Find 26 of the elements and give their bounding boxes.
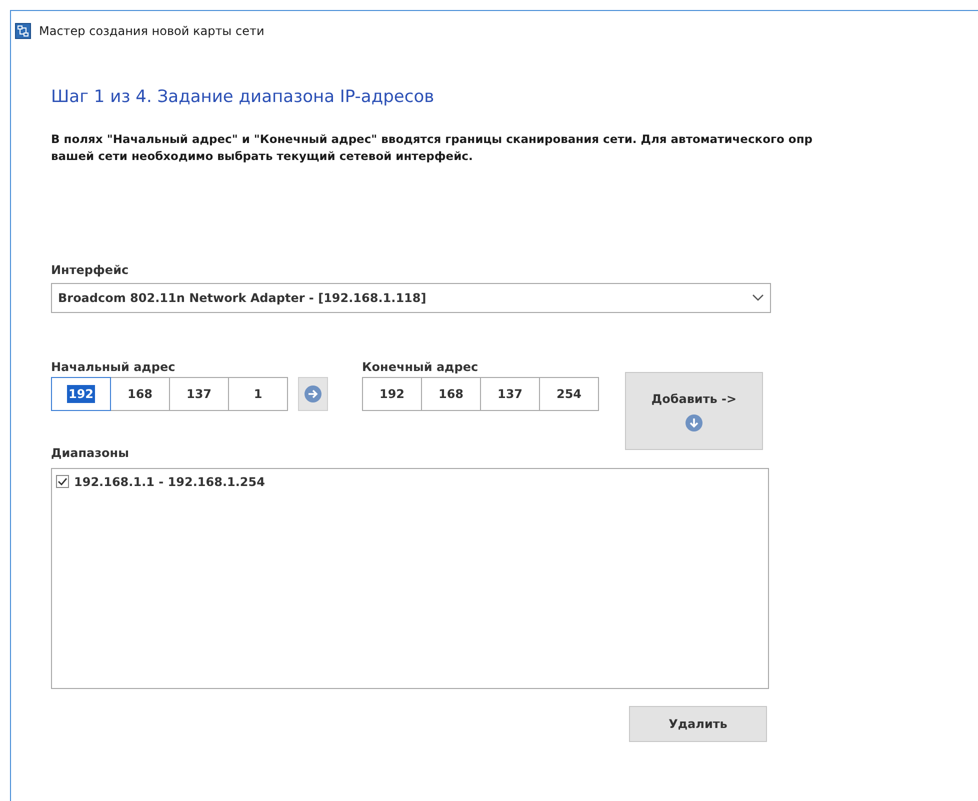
delete-button[interactable]: Удалить [629, 706, 767, 742]
window-title: Мастер создания новой карты сети [39, 22, 264, 40]
arrow-down-icon [685, 414, 703, 432]
octet-field[interactable]: 137 [169, 376, 229, 410]
field-label: Диапазоны [51, 444, 130, 462]
description-text: вашей сети необходимо выбрать текущий сетевой интерфейс. [51, 148, 474, 164]
field-label: Начальный адрес [51, 358, 176, 376]
chevron-down-icon [752, 294, 764, 302]
octet-field[interactable]: 254 [539, 376, 599, 410]
octet-field[interactable]: 168 [421, 376, 481, 410]
arrow-right-icon [304, 384, 322, 402]
field-label: Интерфейс [51, 262, 130, 278]
octet-field[interactable]: 192 [362, 376, 422, 410]
octet-field[interactable]: 137 [480, 376, 540, 410]
app-icon [15, 22, 31, 38]
range-item[interactable]: 192.168.1.1 - 192.168.1.254 [74, 472, 265, 490]
step-heading: Шаг 1 из 4. Задание диапазона IP-адресов [51, 86, 436, 109]
octet-field[interactable]: 168 [110, 376, 170, 410]
description-text: В полях "Начальный адрес" и "Конечный адрес" вводятся границы сканирования сети. Для автоматического опр [51, 130, 814, 148]
add-button[interactable]: Добавить -> [625, 372, 763, 450]
octet-field[interactable]: 1 [228, 376, 288, 410]
octet-field[interactable]: 192 [51, 376, 111, 410]
checkbox[interactable] [56, 475, 69, 488]
interface-dropdown[interactable]: Broadcom 802.11n Network Adapter - [192.168.1.118] [51, 282, 771, 312]
arrow-button[interactable] [298, 376, 328, 410]
field-label: Конечный адрес [362, 358, 480, 376]
